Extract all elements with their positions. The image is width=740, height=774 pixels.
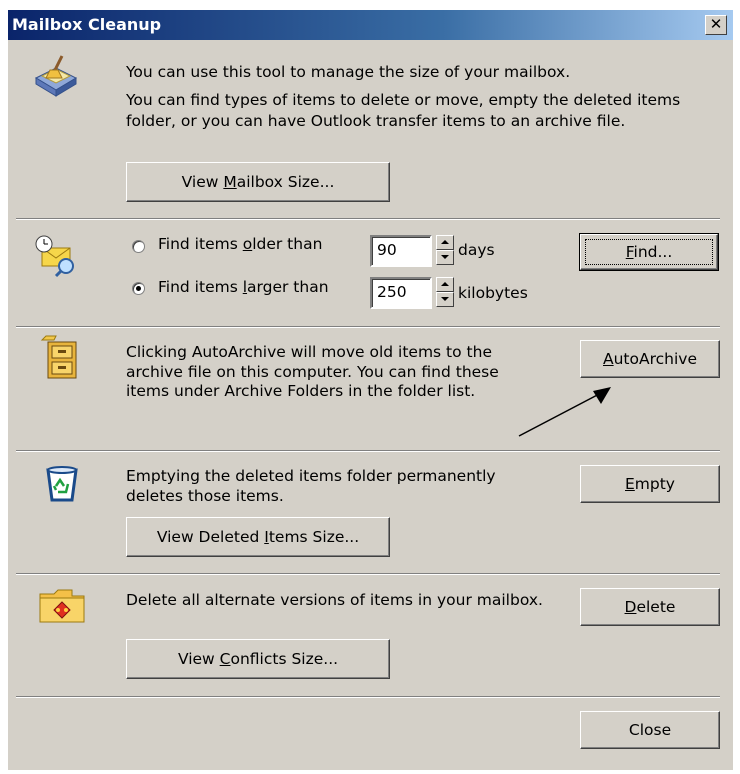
find-larger-label[interactable]: Find items larger than (158, 277, 329, 298)
separator (16, 218, 720, 220)
intro-line-1: You can use this tool to manage the size… (126, 63, 571, 81)
annotation-arrow (518, 387, 611, 437)
separator (16, 573, 720, 575)
title-bar[interactable]: Mailbox Cleanup ✕ (8, 10, 733, 40)
intro-line-2: You can find types of items to delete or… (126, 91, 681, 130)
larger-kb-input[interactable]: 250 (370, 277, 432, 309)
view-conflicts-size-button[interactable]: View Conflicts Size... (126, 639, 390, 679)
view-mailbox-size-button[interactable]: View Mailbox Size... (126, 162, 390, 202)
spin-up-icon[interactable] (436, 235, 454, 250)
separator (16, 696, 720, 698)
archive-cabinet-icon (40, 335, 77, 379)
conflicts-folder-icon (39, 589, 85, 623)
separator (16, 450, 720, 452)
days-unit: days (458, 241, 495, 259)
mailbox-cleanup-icon (34, 55, 78, 97)
view-deleted-items-size-button[interactable]: View Deleted Items Size... (126, 517, 390, 557)
find-items-icon (35, 235, 74, 278)
kilobytes-unit: kilobytes (458, 284, 528, 302)
find-larger-radio[interactable] (132, 282, 145, 295)
close-icon[interactable]: ✕ (705, 15, 727, 35)
window-title: Mailbox Cleanup (12, 15, 162, 34)
delete-button[interactable]: Delete (580, 588, 720, 626)
find-older-label[interactable]: Find items older than (158, 234, 322, 255)
older-days-input[interactable]: 90 (370, 235, 432, 267)
older-days-spinner[interactable] (436, 235, 454, 265)
separator (16, 326, 720, 328)
find-older-radio[interactable] (132, 240, 145, 253)
deleted-description: Emptying the deleted items folder perman… (126, 467, 496, 505)
spin-down-icon[interactable] (436, 292, 454, 307)
autoarchive-description: Clicking AutoArchive will move old items… (126, 343, 499, 400)
find-button[interactable]: Find... (579, 233, 719, 271)
empty-button[interactable]: Empty (580, 465, 720, 503)
spin-down-icon[interactable] (436, 250, 454, 265)
mailbox-cleanup-dialog: Mailbox Cleanup ✕ You can use this tool … (8, 10, 733, 770)
spin-up-icon[interactable] (436, 277, 454, 292)
close-button[interactable]: Close (580, 711, 720, 749)
conflicts-description: Delete all alternate versions of items i… (126, 591, 543, 609)
autoarchive-button[interactable]: AutoArchive (580, 340, 720, 378)
recycle-bin-icon (46, 466, 78, 502)
larger-kb-spinner[interactable] (436, 277, 454, 307)
